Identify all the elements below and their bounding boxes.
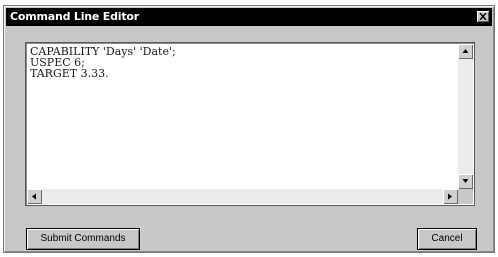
scroll-up-button[interactable] <box>458 44 473 59</box>
command-text[interactable]: CAPABILITY 'Days' 'Date'; USPEC 6; TARGE… <box>30 46 176 79</box>
horizontal-scrollbar[interactable] <box>27 189 458 204</box>
scroll-left-button[interactable] <box>27 189 42 204</box>
window-title: Command Line Editor <box>10 10 140 23</box>
scroll-left-arrow-icon <box>32 193 36 200</box>
cancel-button[interactable]: Cancel <box>417 228 477 250</box>
close-icon <box>479 13 487 20</box>
command-text-area[interactable]: CAPABILITY 'Days' 'Date'; USPEC 6; TARGE… <box>25 42 475 206</box>
title-bar[interactable]: Command Line Editor <box>6 8 492 26</box>
submit-commands-button[interactable]: Submit Commands <box>26 228 140 250</box>
vertical-scrollbar[interactable] <box>458 44 473 189</box>
scrollbar-corner <box>458 189 473 204</box>
command-line-3: TARGET 3.33. <box>30 67 109 80</box>
close-button[interactable] <box>477 11 489 22</box>
scroll-down-button[interactable] <box>458 174 473 189</box>
scroll-right-button[interactable] <box>443 189 458 204</box>
scroll-down-arrow-icon <box>462 179 469 183</box>
command-line-editor-dialog: Command Line Editor CAPABILITY 'Days' 'D… <box>3 5 495 253</box>
scroll-right-arrow-icon <box>448 193 452 200</box>
scroll-up-arrow-icon <box>462 49 469 53</box>
